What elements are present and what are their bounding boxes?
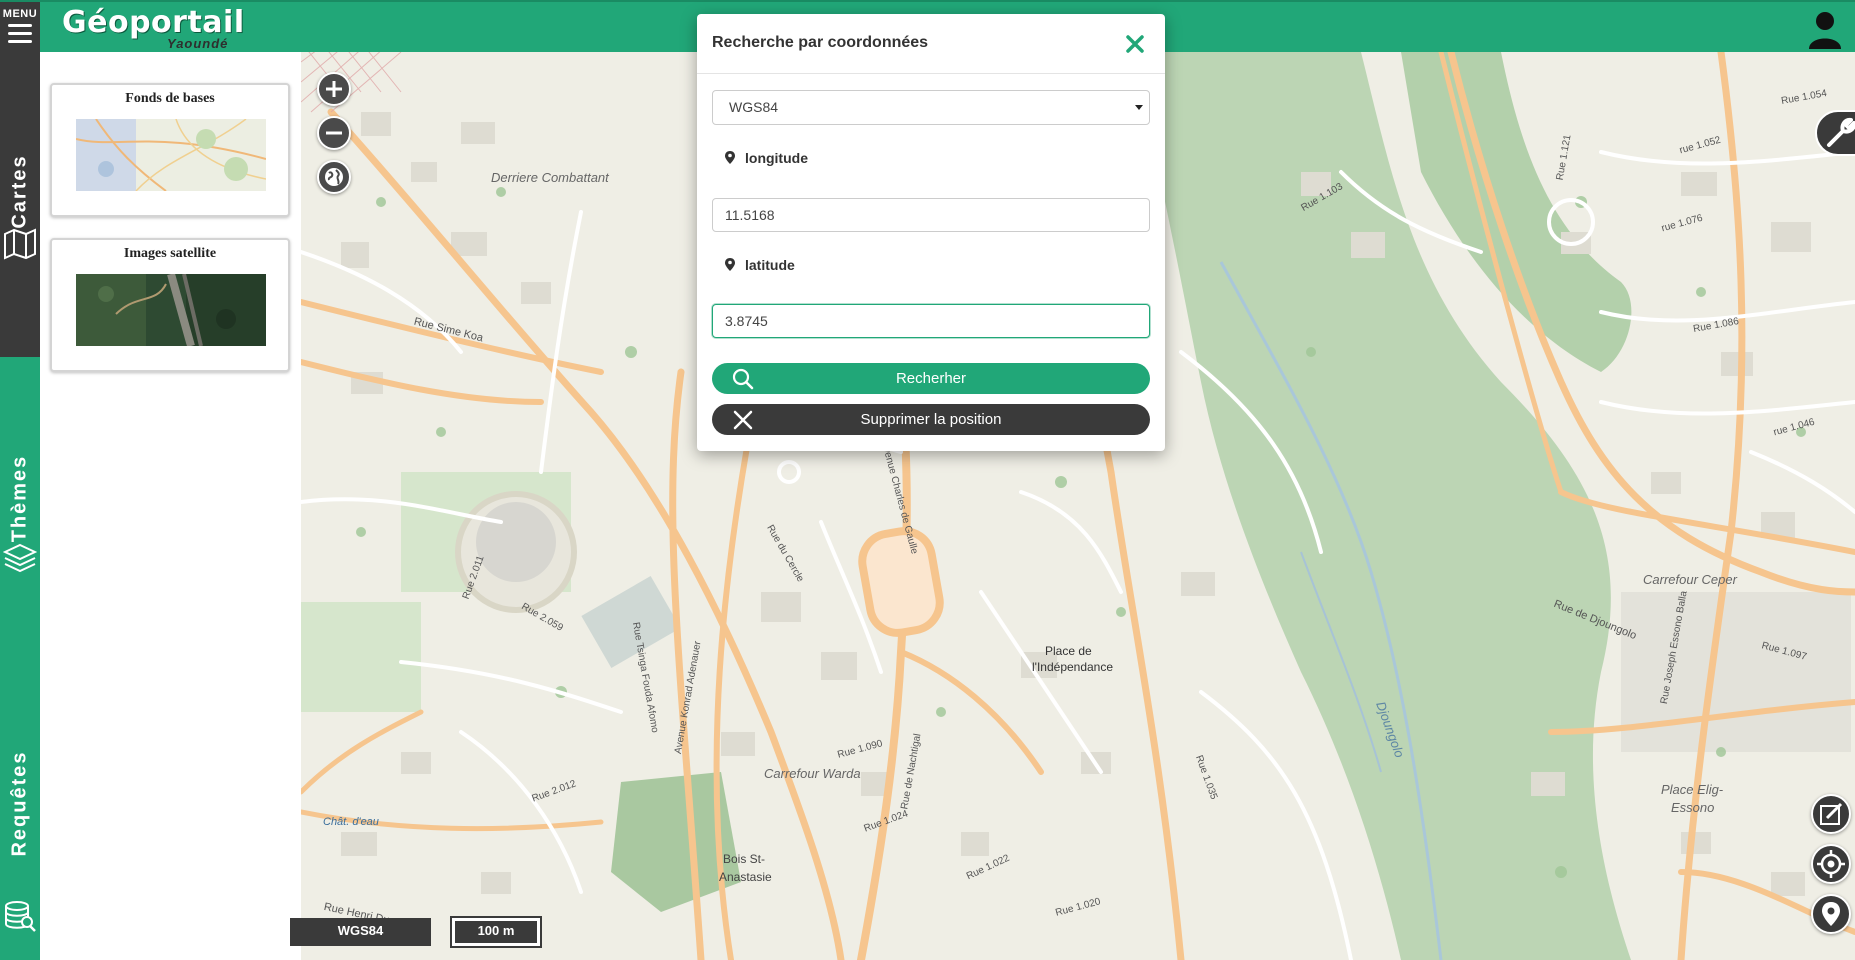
map-pin-icon bbox=[1822, 902, 1840, 926]
tab-themes[interactable]: Thèmes bbox=[0, 357, 40, 662]
geolocate-button[interactable] bbox=[1811, 844, 1851, 884]
clear-position-button[interactable]: Supprimer la position bbox=[712, 404, 1150, 435]
map-label: Chât. d'eau bbox=[323, 816, 379, 828]
crs-select[interactable]: WGS84 bbox=[712, 90, 1150, 125]
crosshair-icon bbox=[1817, 850, 1845, 878]
dialog-header: Recherche par coordonnées bbox=[697, 14, 1165, 74]
longitude-label-row: longitude bbox=[725, 150, 808, 166]
crs-select-value: WGS84 bbox=[729, 99, 779, 115]
edit-tool-button[interactable] bbox=[1811, 794, 1851, 834]
app-logo[interactable]: Géoportail Yaoundé bbox=[62, 5, 245, 52]
latitude-label-row: latitude bbox=[725, 257, 795, 273]
longitude-label: longitude bbox=[745, 150, 808, 166]
caret-down-icon bbox=[1135, 105, 1143, 110]
satellite-thumbnail bbox=[76, 274, 266, 346]
edit-icon bbox=[1820, 802, 1843, 825]
map-pin-icon bbox=[725, 258, 735, 271]
crs-indicator: WGS84 bbox=[290, 918, 431, 946]
search-button[interactable]: Recherher bbox=[712, 363, 1150, 394]
tab-cartes[interactable]: Cartes bbox=[0, 52, 40, 357]
logo-subtitle: Yaoundé bbox=[167, 36, 229, 51]
tab-themes-label: Thèmes bbox=[8, 454, 31, 543]
latitude-input[interactable] bbox=[712, 304, 1150, 338]
full-extent-button[interactable] bbox=[317, 160, 351, 194]
map-label: Carrefour Warda bbox=[764, 766, 861, 781]
card-title: Fonds de bases bbox=[125, 91, 215, 106]
basemap-card-fonds[interactable]: Fonds de bases bbox=[50, 83, 290, 217]
tools-tab[interactable] bbox=[1815, 110, 1855, 156]
latitude-label: latitude bbox=[745, 257, 795, 273]
menu-label: MENU bbox=[2, 8, 38, 20]
zoom-in-button[interactable] bbox=[317, 72, 351, 106]
close-icon[interactable] bbox=[1123, 32, 1147, 56]
zoom-out-button[interactable] bbox=[317, 116, 351, 150]
map-pin-icon bbox=[725, 151, 735, 164]
close-icon bbox=[733, 410, 753, 430]
layers-icon bbox=[3, 543, 37, 573]
wrench-icon bbox=[1827, 117, 1855, 147]
hamburger-icon bbox=[8, 24, 32, 43]
map-label: Place de bbox=[1045, 644, 1092, 658]
coordinate-search-dialog: Recherche par coordonnées WGS84 longitud… bbox=[697, 14, 1165, 451]
logo-title: Géoportail bbox=[62, 5, 245, 40]
minus-icon bbox=[326, 131, 342, 135]
scale-bar: 100 m bbox=[450, 916, 542, 948]
menu-button[interactable]: MENU bbox=[0, 2, 40, 54]
database-search-icon bbox=[5, 901, 36, 932]
dialog-title: Recherche par coordonnées bbox=[712, 34, 929, 51]
marker-tool-button[interactable] bbox=[1811, 894, 1851, 934]
map-label: Essono bbox=[1671, 800, 1715, 815]
map-label: Anastasie bbox=[719, 870, 772, 884]
tab-requetes-label: Requêtes bbox=[8, 750, 31, 857]
map-label: Bois St- bbox=[723, 852, 766, 866]
tab-cartes-label: Cartes bbox=[8, 154, 31, 229]
basemap-panel: Fonds de bases Images satellite bbox=[40, 52, 301, 960]
card-title: Images satellite bbox=[123, 246, 217, 261]
tab-requetes[interactable]: Requêtes bbox=[0, 662, 40, 960]
longitude-input[interactable] bbox=[712, 198, 1150, 232]
plus-icon bbox=[326, 81, 342, 97]
search-button-label: Recherher bbox=[895, 370, 967, 387]
user-icon[interactable] bbox=[1807, 9, 1843, 49]
search-icon bbox=[732, 368, 754, 390]
basemap-card-satellite[interactable]: Images satellite bbox=[50, 238, 290, 372]
map-label: Place Elig- bbox=[1661, 782, 1724, 797]
globe-icon bbox=[325, 168, 343, 186]
map-label: l'Indépendance bbox=[1032, 660, 1114, 674]
map-icon bbox=[4, 228, 36, 260]
map-label: Derriere Combattant bbox=[491, 170, 609, 185]
map-label: Carrefour Ceper bbox=[1643, 572, 1737, 587]
side-rail: Cartes Thèmes Requêtes bbox=[0, 52, 40, 960]
clear-position-label: Supprimer la position bbox=[860, 411, 1002, 428]
street-map-thumbnail bbox=[76, 119, 266, 191]
